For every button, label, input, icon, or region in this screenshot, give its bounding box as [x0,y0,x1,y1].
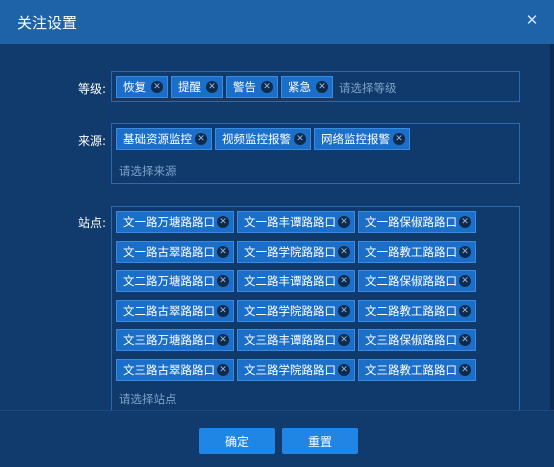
remove-tag-icon[interactable]: ✕ [338,216,350,228]
remove-tag-icon[interactable]: ✕ [338,334,350,346]
level-tag-label: 提醒 [178,80,201,94]
site-tag-label: 文三路学院路路口 [244,362,336,377]
remove-tag-icon[interactable]: ✕ [338,245,350,258]
source-tag-label: 基础资源监控 [123,132,192,146]
site-tag-label: 文二路万塘路路口 [123,274,215,288]
site-tag: 文三路丰谭路路口 ✕ [237,329,355,351]
remove-tag-icon[interactable]: ✕ [338,363,350,376]
level-tag: 警告 ✕ [226,76,278,98]
site-tag: 文二路教工路路口 ✕ [358,299,476,322]
level-tag: 提醒 ✕ [171,76,223,98]
site-tag: 文一路保俶路路口 ✕ [358,211,476,233]
settings-dialog: 关注设置 ✕ 等级: 恢复 ✕ 提醒 ✕ 警告 ✕ 紧急 ✕ 请选择等级 来源:… [0,0,554,467]
site-tag-label: 文一路万塘路路口 [123,215,215,229]
site-tag: 文一路万塘路路口 ✕ [116,211,234,233]
remove-tag-icon[interactable]: ✕ [217,275,229,287]
site-tag: 文二路保俶路路口 ✕ [358,270,476,292]
level-placeholder[interactable]: 请选择等级 [339,80,397,96]
site-tag: 文三路万塘路路口 ✕ [116,329,234,351]
level-tag-label: 紧急 [288,80,311,94]
level-label: 等级: [77,82,106,96]
remove-tag-icon[interactable]: ✕ [393,133,405,145]
site-tag: 文一路丰谭路路口 ✕ [237,211,355,233]
remove-tag-icon[interactable]: ✕ [459,304,471,317]
site-tag-label: 文一路古翠路路口 [123,244,215,259]
site-tag-label: 文三路丰谭路路口 [244,333,336,347]
site-placeholder[interactable]: 请选择站点 [119,391,177,407]
dialog-title: 关注设置 [17,14,78,32]
site-tag-label: 文二路学院路路口 [244,303,336,318]
source-tag: 基础资源监控 ✕ [116,128,212,150]
site-tag: 文一路教工路路口 ✕ [358,240,476,263]
remove-tag-icon[interactable]: ✕ [316,81,328,93]
source-tag: 视频监控报警 ✕ [215,128,311,150]
source-placeholder[interactable]: 请选择来源 [119,163,177,179]
close-icon[interactable]: ✕ [523,11,541,29]
remove-tag-icon[interactable]: ✕ [217,334,229,346]
site-tag-label: 文二路教工路路口 [365,303,457,318]
site-tag: 文三路保俶路路口 ✕ [358,329,476,351]
site-tag: 文三路教工路路口 ✕ [358,358,476,381]
site-tag-label: 文二路丰谭路路口 [244,274,336,288]
reset-button[interactable]: 重置 [282,428,358,454]
remove-tag-icon[interactable]: ✕ [217,216,229,228]
site-label: 站点: [77,216,106,230]
remove-tag-icon[interactable]: ✕ [151,81,163,93]
remove-tag-icon[interactable]: ✕ [294,133,306,145]
site-tag-label: 文一路保俶路路口 [365,215,457,229]
remove-tag-icon[interactable]: ✕ [261,81,273,93]
remove-tag-icon[interactable]: ✕ [217,245,229,258]
remove-tag-icon[interactable]: ✕ [459,216,471,228]
site-tag: 文三路古翠路路口 ✕ [116,358,234,381]
remove-tag-icon[interactable]: ✕ [217,363,229,376]
site-tag-label: 文三路保俶路路口 [365,333,457,347]
site-select[interactable]: 文一路万塘路路口 ✕ 文一路丰谭路路口 ✕ 文一路保俶路路口 ✕ 文一路古翠路路口 ✕ 文一路学… [111,206,520,410]
source-tag-label: 视频监控报警 [222,132,291,146]
level-tag-label: 警告 [233,80,256,94]
source-select[interactable]: 基础资源监控 ✕ 视频监控报警 ✕ 网络监控报警 ✕ 请选择来源 [111,123,520,184]
remove-tag-icon[interactable]: ✕ [338,275,350,287]
remove-tag-icon[interactable]: ✕ [459,245,471,258]
source-label: 来源: [77,134,106,148]
level-tag: 恢复 ✕ [116,76,168,98]
remove-tag-icon[interactable]: ✕ [217,304,229,317]
level-select[interactable]: 恢复 ✕ 提醒 ✕ 警告 ✕ 紧急 ✕ 请选择等级 [111,71,520,102]
remove-tag-icon[interactable]: ✕ [459,275,471,287]
site-tag: 文二路丰谭路路口 ✕ [237,270,355,292]
site-tag: 文二路学院路路口 ✕ [237,299,355,322]
confirm-button[interactable]: 确定 [199,428,275,454]
remove-tag-icon[interactable]: ✕ [195,133,207,145]
site-tag-label: 文三路教工路路口 [365,362,457,377]
site-tag-label: 文一路丰谭路路口 [244,215,336,229]
site-tag: 文三路学院路路口 ✕ [237,358,355,381]
site-tag-label: 文三路万塘路路口 [123,333,215,347]
scrollbar-track[interactable] [550,44,554,410]
dialog-footer: 确定 重置 [0,410,554,467]
site-tag: 文一路古翠路路口 ✕ [116,240,234,263]
site-tag: 文一路学院路路口 ✕ [237,240,355,263]
site-tag: 文二路古翠路路口 ✕ [116,299,234,322]
site-tag-label: 文一路学院路路口 [244,244,336,259]
site-tag-label: 文三路古翠路路口 [123,362,215,377]
dialog-titlebar: 关注设置 ✕ [0,0,554,44]
source-tag: 网络监控报警 ✕ [314,128,410,150]
remove-tag-icon[interactable]: ✕ [206,81,218,93]
site-tag-label: 文二路古翠路路口 [123,303,215,318]
site-tag: 文二路万塘路路口 ✕ [116,270,234,292]
site-tag-label: 文二路保俶路路口 [365,274,457,288]
remove-tag-icon[interactable]: ✕ [338,304,350,317]
remove-tag-icon[interactable]: ✕ [459,363,471,376]
level-tag-label: 恢复 [123,80,146,94]
source-tag-label: 网络监控报警 [321,132,390,146]
level-tag: 紧急 ✕ [281,76,333,98]
remove-tag-icon[interactable]: ✕ [459,334,471,346]
site-tag-label: 文一路教工路路口 [365,244,457,259]
